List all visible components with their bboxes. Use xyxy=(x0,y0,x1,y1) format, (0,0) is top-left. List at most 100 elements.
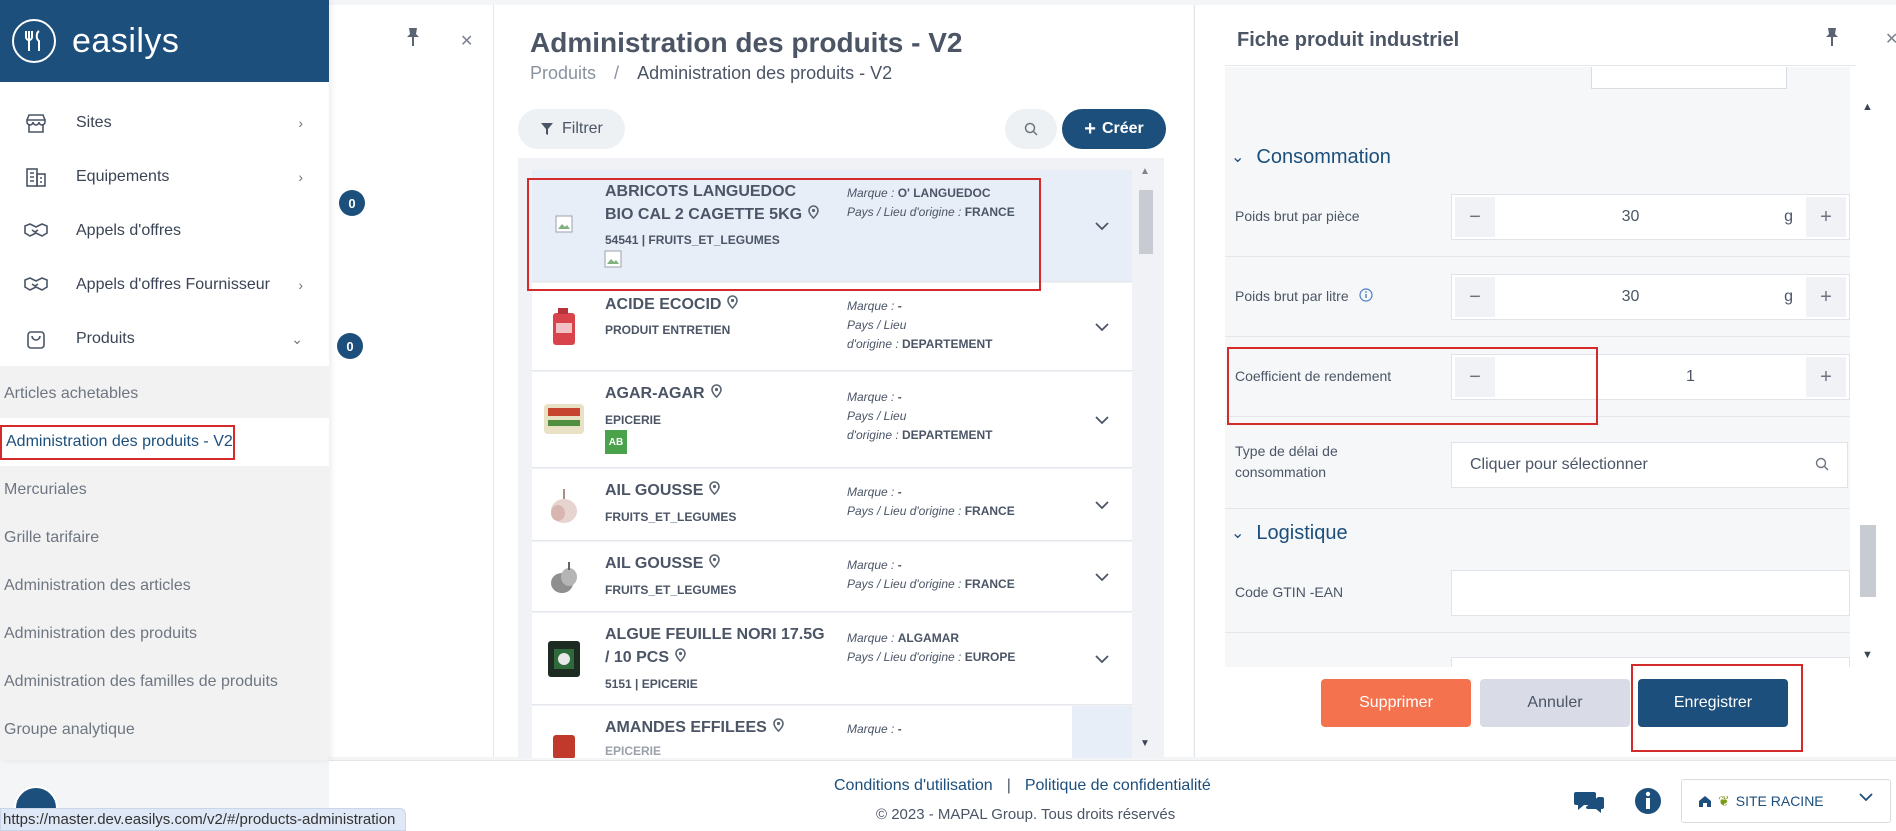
privacy-link[interactable]: Politique de confidentialité xyxy=(1025,777,1211,794)
submenu-item-admin-produits-v2[interactable]: Administration des produits - V2 xyxy=(0,424,235,460)
plus-button[interactable]: + xyxy=(1806,277,1846,317)
product-row[interactable]: AIL GOUSSE FRUITS_ET_LEGUMES Marque : - … xyxy=(532,469,1132,541)
submenu-item-articles-achetables[interactable]: Articles achetables xyxy=(0,370,329,418)
product-name: AIL GOUSSE xyxy=(605,552,825,575)
expand-row-button[interactable] xyxy=(1072,613,1132,704)
minus-button[interactable]: − xyxy=(1455,197,1495,237)
info-icon[interactable] xyxy=(1634,787,1662,820)
location-pin-icon xyxy=(709,479,721,502)
product-row[interactable]: AIL GOUSSE FRUITS_ET_LEGUMES Marque : - … xyxy=(532,542,1132,612)
breadcrumb-item-produits[interactable]: Produits xyxy=(530,63,596,83)
close-icon[interactable]: ✕ xyxy=(460,31,473,51)
pin-icon[interactable] xyxy=(404,27,422,52)
plus-button[interactable]: + xyxy=(1806,197,1846,237)
chevron-down-icon: ⌄ xyxy=(1231,525,1245,542)
list-scrollbar[interactable]: ▲ ▼ xyxy=(1135,158,1157,758)
organic-label-icon: AB xyxy=(605,430,627,454)
sidebar-item-equipements[interactable]: Equipements › xyxy=(0,150,329,204)
form-scrollbar[interactable]: ▲ ▼ xyxy=(1860,87,1876,661)
expand-row-button[interactable] xyxy=(1072,542,1132,611)
chevron-down-icon xyxy=(1095,322,1109,331)
search-icon xyxy=(1024,122,1038,136)
product-meta: Marque : - Pays / Lieu d'origine : DEPAR… xyxy=(847,390,993,442)
section-title: Logistique xyxy=(1256,521,1348,544)
submenu-item-groupe-analytique[interactable]: Groupe analytique xyxy=(0,706,329,754)
info-icon xyxy=(1359,287,1373,308)
expand-row-button[interactable] xyxy=(1072,469,1132,540)
gross-weight-litre-stepper[interactable]: − 30 g + xyxy=(1451,274,1850,320)
sidebar: easilys Sites › Equipements › Appels d'o… xyxy=(0,0,329,760)
stepper-value[interactable]: 30 xyxy=(1498,288,1763,306)
submenu-item-admin-familles[interactable]: Administration des familles de produits xyxy=(0,658,329,706)
site-selector[interactable]: ❦ SITE RACINE xyxy=(1681,779,1891,823)
product-category: EPICERIE xyxy=(605,744,662,758)
stepper-value[interactable]: 30 xyxy=(1498,208,1763,226)
terms-link[interactable]: Conditions d'utilisation xyxy=(834,777,993,794)
submenu-item-grille-tarifaire[interactable]: Grille tarifaire xyxy=(0,514,329,562)
stepper-unit: g xyxy=(1784,208,1793,225)
field-label: Poids brut par litre xyxy=(1235,286,1435,308)
scrollbar-thumb[interactable] xyxy=(1860,525,1876,597)
minus-button[interactable]: − xyxy=(1455,277,1495,317)
badge-products-count: 0 xyxy=(337,333,363,359)
chat-icon[interactable] xyxy=(1573,789,1605,820)
product-image xyxy=(542,483,586,527)
chevron-down-icon xyxy=(1095,654,1109,663)
product-meta: Marque : - xyxy=(847,722,902,736)
sidebar-item-appels-offres[interactable]: Appels d'offres xyxy=(0,204,329,258)
section-consommation[interactable]: ⌄ Consommation xyxy=(1225,137,1850,177)
product-image xyxy=(542,637,586,681)
scroll-up-icon[interactable]: ▲ xyxy=(1862,101,1873,113)
sidebar-item-produits[interactable]: Produits ⌄ xyxy=(0,312,329,366)
divider xyxy=(1225,65,1856,66)
product-row[interactable]: ALGUE FEUILLE NORI 17.5G / 10 PCS 5151 |… xyxy=(532,613,1132,705)
scrollbar-thumb[interactable] xyxy=(1139,190,1153,254)
bag-icon xyxy=(22,325,50,353)
chevron-right-icon: › xyxy=(298,169,303,185)
product-sheet-panel: Fiche produit industriel ✕ ⌄ Consommatio… xyxy=(1194,5,1896,757)
sidebar-item-appels-offres-fournisseur[interactable]: Appels d'offres Fournisseur › xyxy=(0,258,329,312)
product-image xyxy=(542,396,586,440)
menu-item-cut xyxy=(0,82,329,96)
expand-row-button[interactable] xyxy=(1072,283,1132,370)
brand-header[interactable]: easilys xyxy=(0,0,329,82)
scroll-down-icon[interactable]: ▼ xyxy=(1862,649,1873,661)
filter-button[interactable]: Filtrer xyxy=(518,109,625,149)
store-icon xyxy=(22,109,50,137)
product-image xyxy=(542,720,586,758)
footer-links: Conditions d'utilisation | Politique de co… xyxy=(834,777,1211,794)
cancel-button[interactable]: Annuler xyxy=(1480,679,1630,727)
expand-row-button[interactable] xyxy=(1072,170,1132,281)
section-title: Consommation xyxy=(1256,145,1391,168)
delete-button[interactable]: Supprimer xyxy=(1321,679,1471,727)
filter-icon xyxy=(541,123,553,135)
product-name: AIL GOUSSE xyxy=(605,479,825,502)
product-category: PRODUIT ENTRETIEN xyxy=(605,323,731,337)
search-button[interactable] xyxy=(1005,109,1057,149)
expand-row-button[interactable] xyxy=(1072,372,1132,467)
gtin-input[interactable] xyxy=(1451,570,1850,616)
location-pin-icon xyxy=(727,293,739,316)
sidebar-item-sites[interactable]: Sites › xyxy=(0,96,329,150)
plus-button[interactable]: + xyxy=(1806,357,1846,397)
location-pin-icon xyxy=(675,646,686,669)
plant-icon: ❦ xyxy=(1718,792,1730,809)
product-row[interactable]: AMANDES EFFILEES EPICERIE Marque : - xyxy=(532,706,1132,758)
section-logistique[interactable]: ⌄ Logistique xyxy=(1225,513,1850,553)
product-row[interactable]: ACIDE ECOCID PRODUIT ENTRETIEN Marque : … xyxy=(532,283,1132,371)
background-panel: ✕ xyxy=(329,5,493,757)
product-row[interactable]: AGAR-AGAR EPICERIE AB Marque : - Pays / … xyxy=(532,372,1132,468)
location-pin-icon xyxy=(709,552,721,575)
scroll-down-icon[interactable]: ▼ xyxy=(1140,738,1150,749)
create-button[interactable]: + Créer xyxy=(1062,109,1166,149)
submenu-item-mercuriales[interactable]: Mercuriales xyxy=(0,466,329,514)
delay-type-select[interactable]: Cliquer pour sélectionner xyxy=(1451,442,1848,488)
field-gtin: Code GTIN -EAN xyxy=(1225,553,1850,633)
pin-icon[interactable] xyxy=(1823,27,1841,52)
status-bar-url: https://master.dev.easilys.com/v2/#/prod… xyxy=(0,808,407,831)
submenu-item-admin-produits[interactable]: Administration des produits xyxy=(0,610,329,658)
scroll-up-icon[interactable]: ▲ xyxy=(1140,166,1150,177)
submenu-item-admin-articles[interactable]: Administration des articles xyxy=(0,562,329,610)
gross-weight-piece-stepper[interactable]: − 30 g + xyxy=(1451,194,1850,240)
close-icon[interactable]: ✕ xyxy=(1885,29,1896,49)
